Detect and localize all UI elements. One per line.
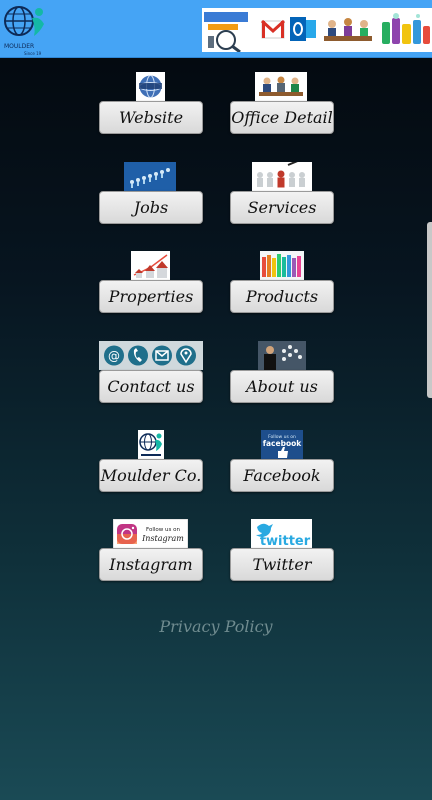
twitter-logo-text: twitter [260,534,311,549]
scrollbar[interactable] [427,222,432,398]
contact-us-button[interactable]: Contact us [99,370,203,403]
cleaning-products-image [382,13,430,44]
header-banner[interactable] [202,8,432,52]
website-globe-icon[interactable] [136,72,165,101]
services-button[interactable]: Services [230,191,334,224]
logo-subtext: Since 19 [24,51,42,56]
svg-text:@: @ [108,349,120,363]
jobs-button[interactable]: Jobs [99,191,203,224]
logo-text: MOULDER [4,43,34,50]
facebook-follow-image[interactable]: Follow us on facebook [261,430,303,460]
products-image[interactable] [260,251,304,280]
properties-image[interactable] [131,251,170,280]
office-detail-image[interactable] [255,72,307,101]
instagram-follow-caption: Follow us on [146,527,180,533]
instagram-logo-text: Instagram [141,534,184,543]
about-us-image[interactable] [258,341,306,370]
moulder-logo[interactable]: MOULDER Since 19 [2,2,48,56]
instagram-button[interactable]: Instagram [99,548,203,581]
moulder-co-button[interactable]: Moulder Co. [99,459,203,492]
app-header: MOULDER Since 19 [0,0,432,58]
about-us-button[interactable]: About us [230,370,334,403]
services-image[interactable] [252,162,312,191]
website-button[interactable]: Website [99,101,203,134]
facebook-logo-text: facebook [263,439,303,448]
instagram-follow-image[interactable]: Follow us on Instagram [113,519,188,549]
gmail-icon [260,19,286,39]
properties-button[interactable]: Properties [99,280,203,313]
moulder-co-logo[interactable] [138,430,164,460]
facebook-button[interactable]: Facebook [230,459,334,492]
privacy-policy-link[interactable]: Privacy Policy [0,617,432,636]
twitter-button[interactable]: Twitter [230,548,334,581]
products-button[interactable]: Products [230,280,334,313]
outlook-icon [290,17,316,41]
hiring-banner-image [202,8,257,52]
twitter-logo-image[interactable]: twitter [251,519,312,549]
office-detail-button[interactable]: Office Detail [230,101,334,134]
contact-icons-image[interactable]: @ [99,341,203,370]
jobs-image[interactable] [124,162,176,191]
office-meeting-image [324,18,372,41]
